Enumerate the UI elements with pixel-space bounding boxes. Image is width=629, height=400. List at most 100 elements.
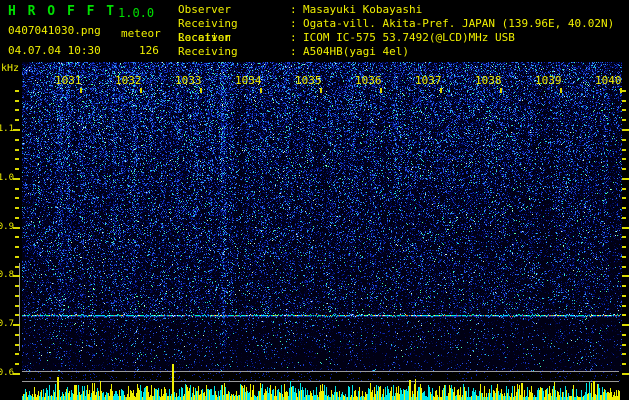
time-tick	[260, 88, 262, 93]
info-label: Observer	[178, 3, 231, 16]
mode-label: meteor	[121, 27, 161, 40]
freq-tick-minor	[15, 344, 19, 346]
time-label: 1038	[475, 74, 502, 87]
freq-tick-major	[13, 373, 20, 375]
freq-tick-minor	[15, 266, 19, 268]
freq-tick-minor	[15, 285, 19, 287]
version-label: 1.0.0	[118, 6, 155, 20]
freq-tick-minor	[15, 236, 19, 238]
time-label: 1036	[355, 74, 382, 87]
freq-tick-minor	[622, 168, 626, 170]
time-tick	[500, 88, 502, 93]
time-tick	[620, 88, 622, 93]
freq-tick-minor	[15, 188, 19, 190]
freq-tick-major	[622, 275, 629, 277]
echo-count-label: 126	[139, 44, 159, 57]
freq-tick-minor	[622, 314, 626, 316]
freq-tick-minor	[15, 305, 19, 307]
freq-tick-minor	[622, 285, 626, 287]
freq-tick-minor	[15, 334, 19, 336]
freq-tick-minor	[622, 158, 626, 160]
freq-label: 0.8	[0, 270, 14, 280]
info-colon: :	[290, 3, 297, 16]
freq-tick-major	[13, 129, 20, 131]
info-value: Masayuki Kobayashi	[303, 3, 423, 16]
freq-label: 1.1	[0, 124, 14, 134]
freq-tick-minor	[15, 90, 19, 92]
freq-tick-major	[622, 324, 629, 326]
freq-tick-minor	[622, 197, 626, 199]
freq-tick-minor	[622, 295, 626, 297]
info-row: Receiver: ICOM IC-575 53.7492(@LCD)MHz US…	[178, 31, 614, 45]
spectrogram-canvas	[22, 62, 622, 400]
freq-tick-minor	[15, 363, 19, 365]
freq-tick-minor	[622, 236, 626, 238]
time-label: 1033	[175, 74, 202, 87]
info-value: Ogata-vill. Akita-Pref. JAPAN (139.96E, …	[303, 17, 615, 30]
freq-tick-minor	[622, 256, 626, 258]
freq-tick-minor	[15, 314, 19, 316]
time-label: 1032	[115, 74, 142, 87]
freq-label: 1.0	[0, 173, 14, 183]
freq-tick-minor	[622, 266, 626, 268]
freq-tick-minor	[15, 109, 19, 111]
time-label: 1039	[535, 74, 562, 87]
freq-tick-major	[622, 227, 629, 229]
station-info: Observer: Masayuki Kobayashi Receiving Lo…	[178, 3, 615, 72]
freq-tick-major	[13, 275, 20, 277]
freq-tick-minor	[622, 100, 626, 102]
freq-tick-minor	[622, 119, 626, 121]
freq-tick-minor	[622, 149, 626, 151]
freq-tick-minor	[15, 119, 19, 121]
freq-tick-minor	[15, 100, 19, 102]
info-label: Receiver	[178, 31, 231, 44]
time-tick	[140, 88, 142, 93]
freq-tick-major	[13, 178, 20, 180]
freq-tick-minor	[15, 197, 19, 199]
filename-label: 0407041030.png	[8, 24, 101, 37]
freq-tick-minor	[622, 353, 626, 355]
freq-tick-major	[13, 227, 20, 229]
freq-tick-major	[622, 373, 629, 375]
freq-tick-major	[622, 178, 629, 180]
info-row: Observer: Masayuki Kobayashi	[178, 3, 614, 17]
freq-tick-minor	[622, 188, 626, 190]
freq-tick-minor	[15, 295, 19, 297]
info-row: Receiving antenna: A504HB(yagi 4el)	[178, 45, 614, 72]
freq-tick-minor	[622, 305, 626, 307]
time-tick	[440, 88, 442, 93]
freq-tick-minor	[622, 109, 626, 111]
freq-tick-minor	[15, 256, 19, 258]
freq-unit-label: kHz	[1, 63, 20, 74]
info-colon: :	[290, 17, 297, 30]
time-tick	[560, 88, 562, 93]
freq-tick-minor	[15, 207, 19, 209]
freq-label: 0.6	[0, 368, 14, 378]
freq-tick-minor	[15, 217, 19, 219]
freq-tick-minor	[622, 363, 626, 365]
info-value: A504HB(yagi 4el)	[303, 45, 409, 58]
freq-tick-minor	[15, 158, 19, 160]
time-tick	[80, 88, 82, 93]
time-label: 1037	[415, 74, 442, 87]
freq-tick-minor	[622, 139, 626, 141]
info-label: Receiving Location	[178, 17, 238, 44]
freq-tick-minor	[622, 217, 626, 219]
freq-label: 0.7	[0, 319, 14, 329]
time-tick	[320, 88, 322, 93]
time-label: 1035	[295, 74, 322, 87]
info-label: Receiving antenna	[178, 45, 238, 72]
datetime-label: 04.07.04 10:30	[8, 44, 101, 57]
freq-tick-minor	[622, 344, 626, 346]
freq-tick-minor	[622, 207, 626, 209]
time-label: 1040	[595, 74, 622, 87]
time-tick	[200, 88, 202, 93]
freq-tick-minor	[622, 334, 626, 336]
freq-label: 0.9	[0, 222, 14, 232]
freq-tick-minor	[622, 90, 626, 92]
app-title: H R O F F T	[8, 4, 117, 19]
time-label: 1034	[235, 74, 262, 87]
info-colon: :	[290, 31, 297, 44]
freq-tick-major	[13, 324, 20, 326]
freq-tick-minor	[15, 149, 19, 151]
